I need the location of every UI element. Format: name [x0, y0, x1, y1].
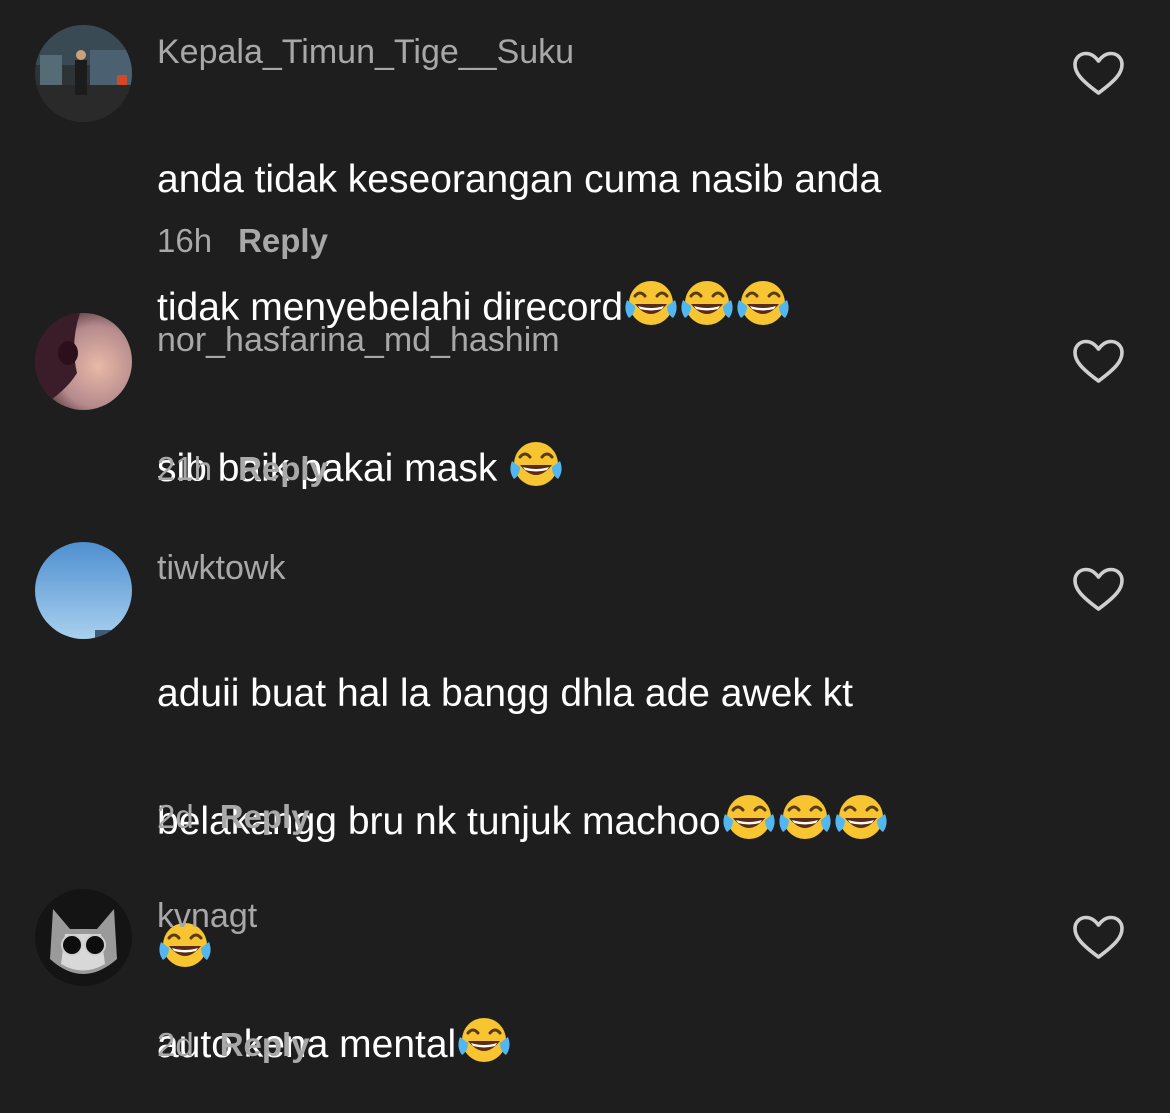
reply-button[interactable]: Reply	[220, 1026, 310, 1063]
comment-timestamp: 2d	[157, 1026, 194, 1063]
comment-username[interactable]: tiwktowk	[157, 548, 285, 588]
reply-button[interactable]: Reply	[220, 798, 310, 835]
comment-meta: 2d Reply	[157, 797, 310, 837]
comment-timestamp: 16h	[157, 222, 213, 259]
comment-username[interactable]: nor_hasfarina_md_hashim	[157, 320, 560, 360]
face-with-tears-of-joy-emoji	[735, 278, 791, 328]
face-with-tears-of-joy-emoji	[456, 1015, 512, 1065]
avatar[interactable]	[35, 25, 132, 122]
comment-text: anda tidak keseorangan cuma nasib anda t…	[157, 84, 1037, 340]
avatar[interactable]	[35, 313, 132, 410]
comment-text-line: anda tidak keseorangan cuma nasib anda	[157, 158, 882, 201]
heart-outline-icon[interactable]	[1071, 913, 1126, 963]
reply-button[interactable]: Reply	[238, 222, 328, 259]
heart-outline-icon[interactable]	[1071, 49, 1126, 99]
comment-meta: 16h Reply	[157, 221, 328, 261]
comment-text: aduii buat hal la bangg dhla ade awek kt…	[157, 598, 1037, 982]
face-with-tears-of-joy-emoji	[833, 792, 889, 842]
comment-username[interactable]: Kepala_Timun_Tige__Suku	[157, 32, 574, 72]
comment-username[interactable]: kvnagt	[157, 896, 257, 936]
face-with-tears-of-joy-emoji	[721, 792, 777, 842]
comment-meta: 21h Reply	[157, 449, 328, 489]
face-with-tears-of-joy-emoji	[623, 278, 679, 328]
face-with-tears-of-joy-emoji	[679, 278, 735, 328]
heart-outline-icon[interactable]	[1071, 337, 1126, 387]
comment-timestamp: 21h	[157, 450, 213, 487]
heart-outline-icon[interactable]	[1071, 565, 1126, 615]
face-with-tears-of-joy-emoji	[777, 792, 833, 842]
face-with-tears-of-joy-emoji	[508, 439, 564, 489]
avatar[interactable]	[35, 889, 132, 986]
comment-timestamp: 2d	[157, 798, 194, 835]
reply-button[interactable]: Reply	[238, 450, 328, 487]
comment-meta: 2d Reply	[157, 1025, 310, 1065]
comment-text-line: aduii buat hal la bangg dhla ade awek kt	[157, 672, 854, 715]
avatar[interactable]	[35, 542, 132, 639]
